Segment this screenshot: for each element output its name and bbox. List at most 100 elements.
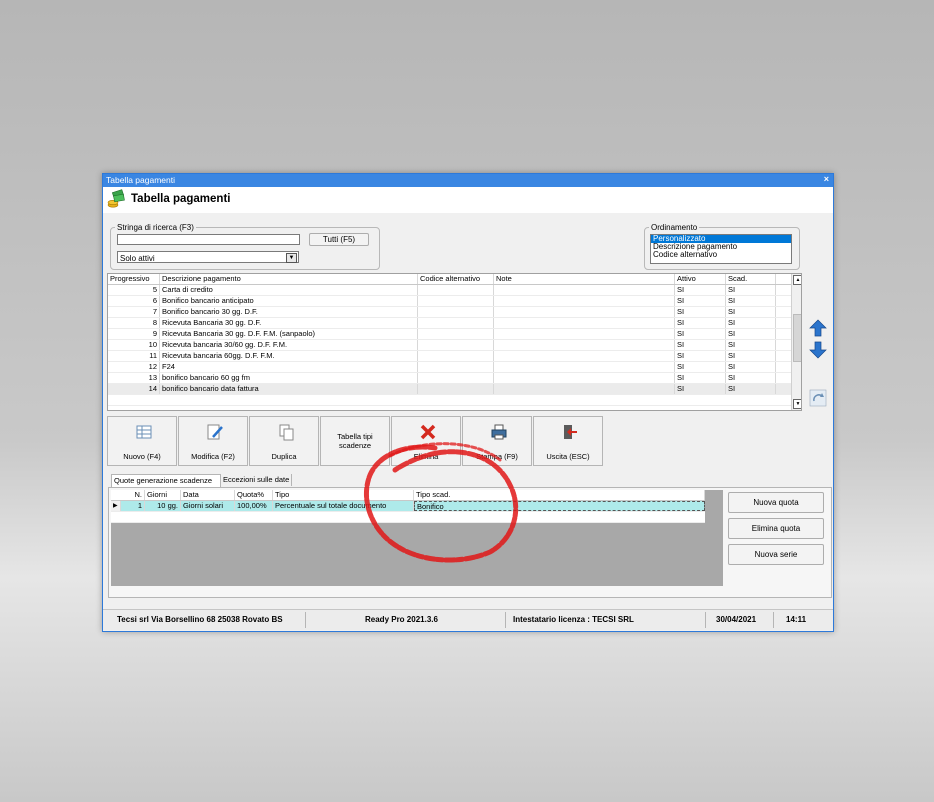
cell-active: SI	[675, 296, 726, 306]
col-progressivo[interactable]: Progressivo	[108, 274, 160, 284]
cell-active: SI	[675, 307, 726, 317]
cell-alt	[418, 318, 494, 328]
cell-alt	[418, 307, 494, 317]
cell-note	[494, 329, 675, 339]
cell-note	[494, 296, 675, 306]
cell-active: SI	[675, 351, 726, 361]
col-note[interactable]: Note	[494, 274, 675, 284]
status-divider	[505, 612, 506, 628]
col-data[interactable]: Data	[181, 490, 235, 500]
cell-prog: 7	[108, 307, 160, 317]
cell-note	[494, 318, 675, 328]
col-n[interactable]: N.	[111, 490, 145, 500]
exit-button[interactable]: Uscita (ESC)	[533, 416, 603, 466]
table-row[interactable]: 7 Bonifico bancario 30 gg. D.F. SI SI	[108, 307, 791, 318]
cell-note	[494, 307, 675, 317]
cell-active: SI	[675, 373, 726, 383]
cell-alt	[418, 351, 494, 361]
table-row[interactable]: 5 Carta di credito SI SI	[108, 285, 791, 296]
new-series-button[interactable]: Nuova serie	[728, 544, 824, 565]
row-pointer-icon: ▶	[111, 501, 121, 511]
page-title: Tabella pagamenti	[131, 193, 231, 205]
cell-prog: 12	[108, 362, 160, 372]
cell-active: SI	[675, 285, 726, 295]
new-button-label: Nuovo (F4)	[123, 452, 161, 461]
duplicate-button[interactable]: Duplica	[249, 416, 319, 466]
col-attivo[interactable]: Attivo	[675, 274, 726, 284]
table-row[interactable]: 14 bonifico bancario data fattura SI SI	[108, 384, 791, 395]
annotation-circle	[364, 442, 519, 563]
cell-prog: 5	[108, 285, 160, 295]
scroll-up-icon[interactable]: ▲	[793, 275, 801, 285]
quote-quota: 100,00%	[235, 501, 273, 511]
cell-scad: SI	[726, 296, 776, 306]
move-down-icon[interactable]	[809, 341, 827, 359]
duplicate-icon	[279, 424, 294, 441]
table-row[interactable]: 9 Ricevuta Bancaria 30 gg. D.F. F.M. (san…	[108, 329, 791, 340]
ordering-legend: Ordinamento	[651, 223, 698, 232]
table-new-row[interactable]	[108, 395, 791, 406]
new-record-icon	[136, 425, 152, 439]
scroll-down-icon[interactable]: ▼	[793, 399, 801, 409]
cell-prog: 9	[108, 329, 160, 339]
table-row[interactable]: 6 Bonifico bancario anticipato SI SI	[108, 296, 791, 307]
cell-desc: Ricevuta bancaria 30/60 gg. D.F. F.M.	[160, 340, 418, 350]
status-divider	[705, 612, 706, 628]
status-license: Intestatario licenza : TECSI SRL	[513, 615, 634, 624]
table-row[interactable]: 8 Ricevuta Bancaria 30 gg. D.F. SI SI	[108, 318, 791, 329]
search-input[interactable]	[117, 234, 300, 245]
quote-data: Giorni solari	[181, 501, 235, 511]
col-quota[interactable]: Quota%	[235, 490, 273, 500]
payments-table: Progressivo Descrizione pagamento Codice…	[107, 273, 802, 411]
cell-prog: 6	[108, 296, 160, 306]
table-scrollbar[interactable]: ▲ ▼	[791, 274, 801, 410]
cell-prog: 14	[108, 384, 160, 394]
search-legend: Stringa di ricerca (F3)	[117, 223, 194, 232]
cell-desc: bonifico bancario data fattura	[160, 384, 418, 394]
col-descrizione[interactable]: Descrizione pagamento	[160, 274, 418, 284]
table-row[interactable]: 12 F24 SI SI	[108, 362, 791, 373]
chevron-down-icon[interactable]: ▼	[286, 253, 297, 263]
quote-giorni: 10 gg.	[145, 501, 181, 511]
cell-desc: Ricevuta bancaria 60gg. D.F. F.M.	[160, 351, 418, 361]
col-scad[interactable]: Scad.	[726, 274, 776, 284]
status-company: Tecsi srl Via Borsellino 68 25038 Rovato…	[117, 615, 283, 624]
cell-note	[494, 285, 675, 295]
scroll-thumb[interactable]	[793, 314, 801, 362]
filter-select-value: Solo attivi	[120, 254, 155, 263]
all-button[interactable]: Tutti (F5)	[309, 233, 369, 246]
cell-alt	[418, 362, 494, 372]
duplicate-button-label: Duplica	[271, 452, 297, 461]
table-header: Progressivo Descrizione pagamento Codice…	[108, 274, 791, 285]
title-bar: Tabella pagamenti ×	[103, 174, 833, 187]
table-row[interactable]: 11 Ricevuta bancaria 60gg. D.F. F.M. SI SI	[108, 351, 791, 362]
status-date: 30/04/2021	[716, 615, 757, 624]
cell-active: SI	[675, 318, 726, 328]
tab-quote[interactable]: Quote generazione scadenze	[111, 474, 221, 487]
ordering-option-codice[interactable]: Codice alternativo	[651, 251, 791, 259]
cell-active: SI	[675, 362, 726, 372]
cell-scad: SI	[726, 362, 776, 372]
table-row[interactable]: 13 bonifico bancario 60 gg fm SI SI	[108, 373, 791, 384]
ordering-listbox[interactable]: Personalizzato Descrizione pagamento Cod…	[650, 234, 792, 264]
quote-n: 1	[121, 501, 145, 511]
cell-alt	[418, 296, 494, 306]
new-quota-button[interactable]: Nuova quota	[728, 492, 824, 513]
tab-eccezioni[interactable]: Eccezioni sulle date	[221, 474, 293, 486]
cell-prog: 13	[108, 373, 160, 383]
table-row[interactable]: 10 Ricevuta bancaria 30/60 gg. D.F. F.M. S…	[108, 340, 791, 351]
status-divider	[773, 612, 774, 628]
refresh-icon[interactable]	[809, 389, 827, 407]
cell-active: SI	[675, 329, 726, 339]
close-icon[interactable]: ×	[824, 174, 829, 184]
cell-prog: 10	[108, 340, 160, 350]
cell-prog: 8	[108, 318, 160, 328]
filter-select[interactable]: Solo attivi ▼	[117, 251, 299, 263]
new-button[interactable]: Nuovo (F4)	[107, 416, 177, 466]
col-codice-alternativo[interactable]: Codice alternativo	[418, 274, 494, 284]
col-giorni[interactable]: Giorni	[145, 490, 181, 500]
cell-desc: Carta di credito	[160, 285, 418, 295]
edit-button[interactable]: Modifica (F2)	[178, 416, 248, 466]
move-up-icon[interactable]	[809, 319, 827, 337]
delete-quota-button[interactable]: Elimina quota	[728, 518, 824, 539]
